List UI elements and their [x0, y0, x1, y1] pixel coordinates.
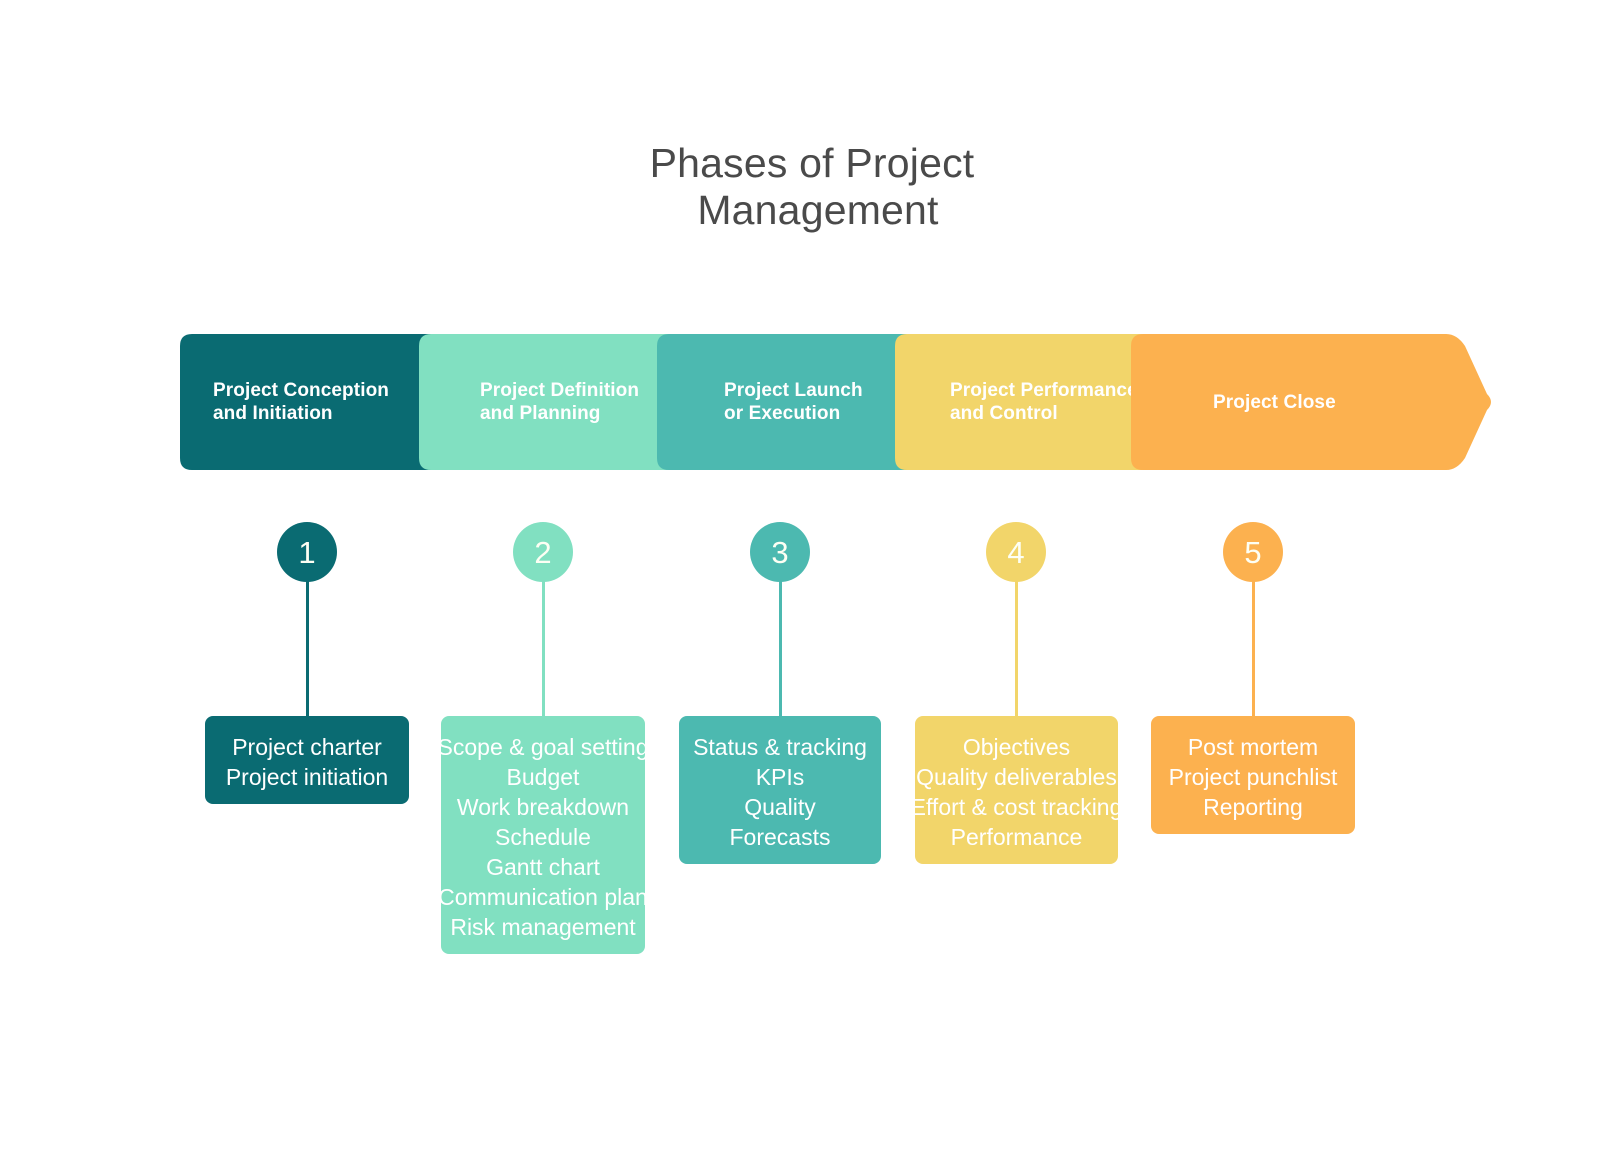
phase-detail-item: Status & tracking: [693, 734, 867, 760]
phase-detail-item: Work breakdown: [456, 794, 630, 820]
phase-number-circle-5[interactable]: 5: [1223, 522, 1283, 582]
phase-connector-line-4: [1015, 576, 1018, 716]
page-title-line-1: Phases of Project: [649, 140, 975, 186]
phase-detail-item: Project charter: [232, 734, 382, 760]
phase-detail-item: Project initiation: [225, 764, 389, 790]
phase-chevron-label-4: Project Performance and Control: [950, 380, 1138, 424]
phase-detail-box-2[interactable]: Scope & goal setting Budget Work breakdown…: [438, 716, 649, 954]
phase-detail-item: Quality deliverables: [916, 764, 1117, 790]
phase-chevron-label-5: Project Close: [1213, 391, 1336, 413]
phase-detail-item: Objectives: [962, 734, 1071, 760]
phase-detail-item: Performance: [950, 824, 1083, 850]
phase-detail-box-1[interactable]: Project charter Project initiation: [205, 716, 409, 804]
phase-detail-item: Post mortem: [1187, 734, 1319, 760]
phase-detail-item: Quality: [744, 794, 816, 820]
phase-detail-item: Schedule: [495, 824, 591, 850]
phase-detail-item: KPIs: [755, 764, 805, 790]
page-title: Phases of Project Management: [0, 140, 1624, 234]
phase-detail-item: Budget: [506, 764, 580, 790]
phase-chevron-label-3: Project Launch or Execution: [724, 380, 863, 424]
phase-detail-item: Scope & goal setting: [437, 734, 649, 760]
phase-detail-box-3[interactable]: Status & tracking KPIs Quality Forecasts: [679, 716, 881, 864]
phase-connector-line-2: [542, 576, 545, 716]
phase-chevron-label-1: Project Conception and Initiation: [213, 380, 389, 424]
phase-detail-item: Gantt chart: [486, 854, 600, 880]
phase-detail-box-5[interactable]: Post mortem Project punchlist Reporting: [1151, 716, 1355, 834]
phase-chevron-label-2: Project Definition and Planning: [480, 380, 640, 424]
phase-connector-line-1: [306, 576, 309, 716]
phase-detail-item: Effort & cost tracking: [910, 794, 1123, 820]
phase-connector-line-5: [1252, 576, 1255, 716]
phase-number-circle-2[interactable]: 2: [513, 522, 573, 582]
phase-detail-item: Reporting: [1203, 794, 1303, 820]
phase-number-circle-3[interactable]: 3: [750, 522, 810, 582]
phase-number-circle-1[interactable]: 1: [277, 522, 337, 582]
phase-detail-item: Communication plan: [438, 884, 648, 910]
phase-detail-item: Forecasts: [729, 824, 831, 850]
phase-chevron-band: Project Conception and Initiation Project…: [0, 334, 1624, 470]
phase-number-circle-4[interactable]: 4: [986, 522, 1046, 582]
phase-connector-line-3: [779, 576, 782, 716]
diagram-canvas: Phases of Project Management Project Con…: [0, 0, 1624, 1160]
phase-detail-item: Project punchlist: [1168, 764, 1338, 790]
page-title-line-2: Management: [697, 187, 939, 233]
phase-detail-item: Risk management: [450, 914, 636, 940]
phase-detail-box-4[interactable]: Objectives Quality deliverables Effort & c…: [911, 716, 1122, 864]
